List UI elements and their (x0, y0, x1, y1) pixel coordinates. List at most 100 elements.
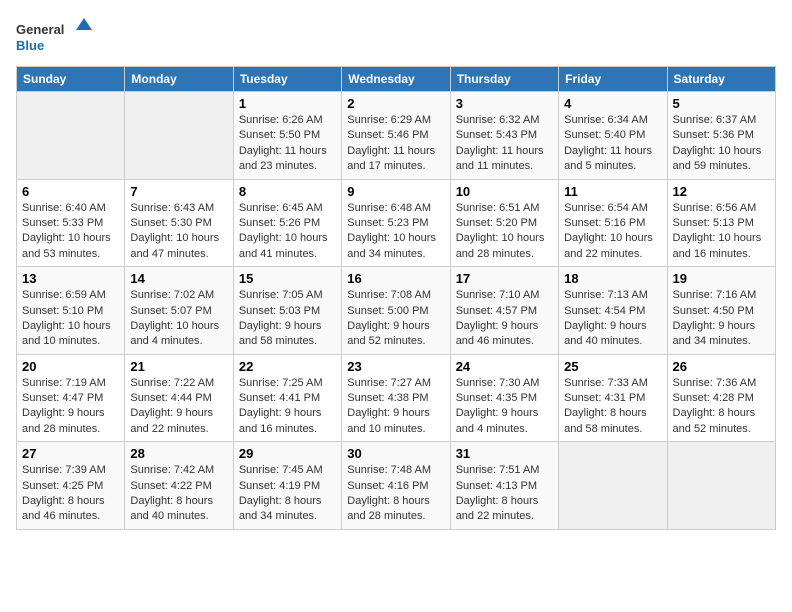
calendar-cell: 17 Sunrise: 7:10 AMSunset: 4:57 PMDayligh… (450, 267, 558, 355)
calendar-cell: 25 Sunrise: 7:33 AMSunset: 4:31 PMDayligh… (559, 354, 667, 442)
calendar-cell: 22 Sunrise: 7:25 AMSunset: 4:41 PMDayligh… (233, 354, 341, 442)
calendar-cell: 23 Sunrise: 7:27 AMSunset: 4:38 PMDayligh… (342, 354, 450, 442)
day-number: 30 (347, 446, 444, 461)
calendar-cell: 24Sunrise: 7:30 AMSunset: 4:35 PMDayligh… (450, 354, 558, 442)
day-info: Sunrise: 7:25 AMSunset: 4:41 PMDaylight:… (239, 376, 336, 438)
day-number: 5 (673, 96, 770, 111)
day-number: 2 (347, 96, 444, 111)
day-info: Sunrise: 6:48 AMSunset: 5:23 PMDaylight:… (347, 201, 444, 263)
calendar-cell: 5 Sunrise: 6:37 AMSunset: 5:36 PMDaylight… (667, 92, 775, 180)
calendar-cell: 14 Sunrise: 7:02 AMSunset: 5:07 PMDayligh… (125, 267, 233, 355)
day-number: 22 (239, 359, 336, 374)
day-number: 3 (456, 96, 553, 111)
day-of-week-header: Saturday (667, 67, 775, 92)
day-number: 14 (130, 271, 227, 286)
day-number: 12 (673, 184, 770, 199)
calendar-cell: 6 Sunrise: 6:40 AMSunset: 5:33 PMDaylight… (17, 179, 125, 267)
calendar-cell: 19 Sunrise: 7:16 AMSunset: 4:50 PMDayligh… (667, 267, 775, 355)
calendar-table: SundayMondayTuesdayWednesdayThursdayFrid… (16, 66, 776, 530)
day-number: 11 (564, 184, 661, 199)
day-info: Sunrise: 6:45 AMSunset: 5:26 PMDaylight:… (239, 201, 336, 263)
day-info: Sunrise: 6:59 AMSunset: 5:10 PMDaylight:… (22, 288, 119, 350)
calendar-cell: 21Sunrise: 7:22 AMSunset: 4:44 PMDayligh… (125, 354, 233, 442)
logo: General Blue (16, 16, 96, 56)
day-number: 27 (22, 446, 119, 461)
day-info: Sunrise: 6:29 AMSunset: 5:46 PMDaylight:… (347, 113, 444, 175)
calendar-cell: 10 Sunrise: 6:51 AMSunset: 5:20 PMDayligh… (450, 179, 558, 267)
svg-text:General: General (16, 22, 64, 37)
day-number: 15 (239, 271, 336, 286)
day-number: 10 (456, 184, 553, 199)
day-number: 31 (456, 446, 553, 461)
day-info: Sunrise: 7:16 AMSunset: 4:50 PMDaylight:… (673, 288, 770, 350)
day-number: 6 (22, 184, 119, 199)
day-info: Sunrise: 6:40 AMSunset: 5:33 PMDaylight:… (22, 201, 119, 263)
day-info: Sunrise: 7:05 AMSunset: 5:03 PMDaylight:… (239, 288, 336, 350)
day-number: 13 (22, 271, 119, 286)
day-info: Sunrise: 7:02 AMSunset: 5:07 PMDaylight:… (130, 288, 227, 350)
day-number: 1 (239, 96, 336, 111)
day-info: Sunrise: 6:32 AMSunset: 5:43 PMDaylight:… (456, 113, 553, 175)
day-info: Sunrise: 6:54 AMSunset: 5:16 PMDaylight:… (564, 201, 661, 263)
calendar-cell: 15 Sunrise: 7:05 AMSunset: 5:03 PMDayligh… (233, 267, 341, 355)
calendar-cell: 28 Sunrise: 7:42 AMSunset: 4:22 PMDayligh… (125, 442, 233, 530)
day-number: 4 (564, 96, 661, 111)
calendar-week-row: 27Sunrise: 7:39 AMSunset: 4:25 PMDayligh… (17, 442, 776, 530)
day-info: Sunrise: 7:27 AMSunset: 4:38 PMDaylight:… (347, 376, 444, 438)
calendar-cell: 20Sunrise: 7:19 AMSunset: 4:47 PMDayligh… (17, 354, 125, 442)
calendar-week-row: 6 Sunrise: 6:40 AMSunset: 5:33 PMDaylight… (17, 179, 776, 267)
day-info: Sunrise: 7:51 AMSunset: 4:13 PMDaylight:… (456, 463, 553, 525)
day-number: 9 (347, 184, 444, 199)
day-number: 23 (347, 359, 444, 374)
day-number: 8 (239, 184, 336, 199)
day-info: Sunrise: 7:22 AMSunset: 4:44 PMDaylight:… (130, 376, 227, 438)
calendar-week-row: 1Sunrise: 6:26 AMSunset: 5:50 PMDaylight… (17, 92, 776, 180)
day-number: 19 (673, 271, 770, 286)
calendar-cell: 18Sunrise: 7:13 AMSunset: 4:54 PMDayligh… (559, 267, 667, 355)
calendar-cell (125, 92, 233, 180)
day-info: Sunrise: 6:34 AMSunset: 5:40 PMDaylight:… (564, 113, 661, 175)
day-of-week-header: Friday (559, 67, 667, 92)
calendar-cell: 2 Sunrise: 6:29 AMSunset: 5:46 PMDaylight… (342, 92, 450, 180)
day-number: 16 (347, 271, 444, 286)
calendar-cell: 3 Sunrise: 6:32 AMSunset: 5:43 PMDaylight… (450, 92, 558, 180)
day-of-week-header: Sunday (17, 67, 125, 92)
day-info: Sunrise: 7:45 AMSunset: 4:19 PMDaylight:… (239, 463, 336, 525)
calendar-cell: 27Sunrise: 7:39 AMSunset: 4:25 PMDayligh… (17, 442, 125, 530)
calendar-cell: 8 Sunrise: 6:45 AMSunset: 5:26 PMDaylight… (233, 179, 341, 267)
day-number: 24 (456, 359, 553, 374)
day-number: 28 (130, 446, 227, 461)
day-info: Sunrise: 6:51 AMSunset: 5:20 PMDaylight:… (456, 201, 553, 263)
calendar-cell: 26Sunrise: 7:36 AMSunset: 4:28 PMDayligh… (667, 354, 775, 442)
calendar-cell: 1Sunrise: 6:26 AMSunset: 5:50 PMDaylight… (233, 92, 341, 180)
day-info: Sunrise: 7:19 AMSunset: 4:47 PMDaylight:… (22, 376, 119, 438)
calendar-cell: 11 Sunrise: 6:54 AMSunset: 5:16 PMDayligh… (559, 179, 667, 267)
day-info: Sunrise: 6:37 AMSunset: 5:36 PMDaylight:… (673, 113, 770, 175)
day-info: Sunrise: 7:42 AMSunset: 4:22 PMDaylight:… (130, 463, 227, 525)
day-info: Sunrise: 7:33 AMSunset: 4:31 PMDaylight:… (564, 376, 661, 438)
day-info: Sunrise: 7:10 AMSunset: 4:57 PMDaylight:… (456, 288, 553, 350)
calendar-cell: 31 Sunrise: 7:51 AMSunset: 4:13 PMDayligh… (450, 442, 558, 530)
calendar-cell: 12Sunrise: 6:56 AMSunset: 5:13 PMDayligh… (667, 179, 775, 267)
calendar-cell: 13 Sunrise: 6:59 AMSunset: 5:10 PMDayligh… (17, 267, 125, 355)
svg-text:Blue: Blue (16, 38, 44, 53)
day-of-week-header: Thursday (450, 67, 558, 92)
day-info: Sunrise: 7:48 AMSunset: 4:16 PMDaylight:… (347, 463, 444, 525)
calendar-week-row: 13 Sunrise: 6:59 AMSunset: 5:10 PMDayligh… (17, 267, 776, 355)
day-info: Sunrise: 7:36 AMSunset: 4:28 PMDaylight:… (673, 376, 770, 438)
calendar-cell: 7Sunrise: 6:43 AMSunset: 5:30 PMDaylight… (125, 179, 233, 267)
calendar-cell: 16 Sunrise: 7:08 AMSunset: 5:00 PMDayligh… (342, 267, 450, 355)
day-number: 17 (456, 271, 553, 286)
day-of-week-header: Wednesday (342, 67, 450, 92)
calendar-cell: 30 Sunrise: 7:48 AMSunset: 4:16 PMDayligh… (342, 442, 450, 530)
calendar-cell (667, 442, 775, 530)
day-info: Sunrise: 6:43 AMSunset: 5:30 PMDaylight:… (130, 201, 227, 263)
calendar-header-row: SundayMondayTuesdayWednesdayThursdayFrid… (17, 67, 776, 92)
day-info: Sunrise: 7:08 AMSunset: 5:00 PMDaylight:… (347, 288, 444, 350)
day-number: 18 (564, 271, 661, 286)
day-number: 25 (564, 359, 661, 374)
calendar-cell: 29Sunrise: 7:45 AMSunset: 4:19 PMDayligh… (233, 442, 341, 530)
day-of-week-header: Monday (125, 67, 233, 92)
page-header: General Blue (16, 16, 776, 56)
logo-icon: General Blue (16, 16, 96, 56)
